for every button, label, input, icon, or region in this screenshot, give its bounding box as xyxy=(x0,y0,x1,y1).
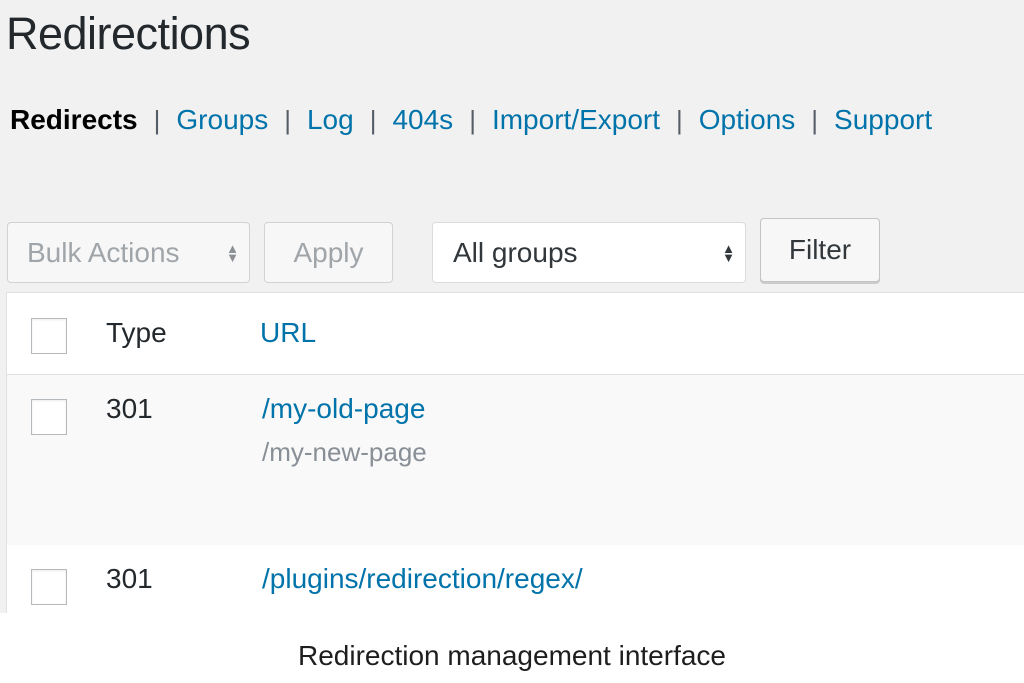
subnav-separator: | xyxy=(676,104,683,135)
select-arrows-icon: ▲ ▼ xyxy=(722,240,735,265)
apply-button[interactable]: Apply xyxy=(264,222,393,283)
table-row: 301 /plugins/redirection/regex/ xyxy=(7,545,1024,613)
table-header: Type URL xyxy=(7,293,1024,375)
redirection-screen: Redirections Redirects | Groups | Log | … xyxy=(0,0,1024,613)
row-target-url: /my-new-page xyxy=(262,437,427,467)
row-type: 301 xyxy=(106,563,153,594)
subnav-item-options[interactable]: Options xyxy=(699,104,796,136)
subnav-item-log[interactable]: Log xyxy=(307,104,354,136)
row-source-url-link[interactable]: /my-old-page xyxy=(262,393,425,425)
row-checkbox[interactable] xyxy=(31,399,67,435)
figure-caption: Redirection management interface xyxy=(297,640,726,671)
subnav-item-404s[interactable]: 404s xyxy=(392,104,453,136)
group-select[interactable]: All groups ▲ ▼ xyxy=(432,222,746,283)
bulk-actions-select[interactable]: Bulk Actions ▲ ▼ xyxy=(7,222,250,283)
row-source-url-link[interactable]: /plugins/redirection/regex/ xyxy=(262,563,583,595)
row-type: 301 xyxy=(106,393,153,424)
group-select-value: All groups xyxy=(453,236,578,268)
subnav-separator: | xyxy=(284,104,291,135)
redirects-table: Type URL 301 /my-old-page /my-new-page 3… xyxy=(6,292,1024,613)
subnav-item-redirects[interactable]: Redirects xyxy=(10,104,138,136)
subnav-separator: | xyxy=(153,104,161,135)
filter-button[interactable]: Filter xyxy=(760,218,880,282)
select-arrows-icon: ▲ ▼ xyxy=(226,240,239,265)
subnav-separator: | xyxy=(469,104,476,135)
subnav-item-support[interactable]: Support xyxy=(834,104,932,136)
column-header-url[interactable]: URL xyxy=(260,317,316,349)
subnav-item-import-export[interactable]: Import/Export xyxy=(492,104,660,136)
subnav-separator: | xyxy=(811,104,819,135)
subnav-item-groups[interactable]: Groups xyxy=(176,104,268,136)
subnav: Redirects | Groups | Log | 404s | Import… xyxy=(10,104,932,136)
bulk-actions-label: Bulk Actions xyxy=(27,236,180,268)
subnav-separator: | xyxy=(369,104,377,135)
page-title: Redirections xyxy=(6,8,251,59)
column-header-type: Type xyxy=(106,317,167,348)
select-all-checkbox[interactable] xyxy=(31,318,67,354)
row-checkbox[interactable] xyxy=(31,569,67,605)
table-row: 301 /my-old-page /my-new-page xyxy=(7,375,1024,546)
